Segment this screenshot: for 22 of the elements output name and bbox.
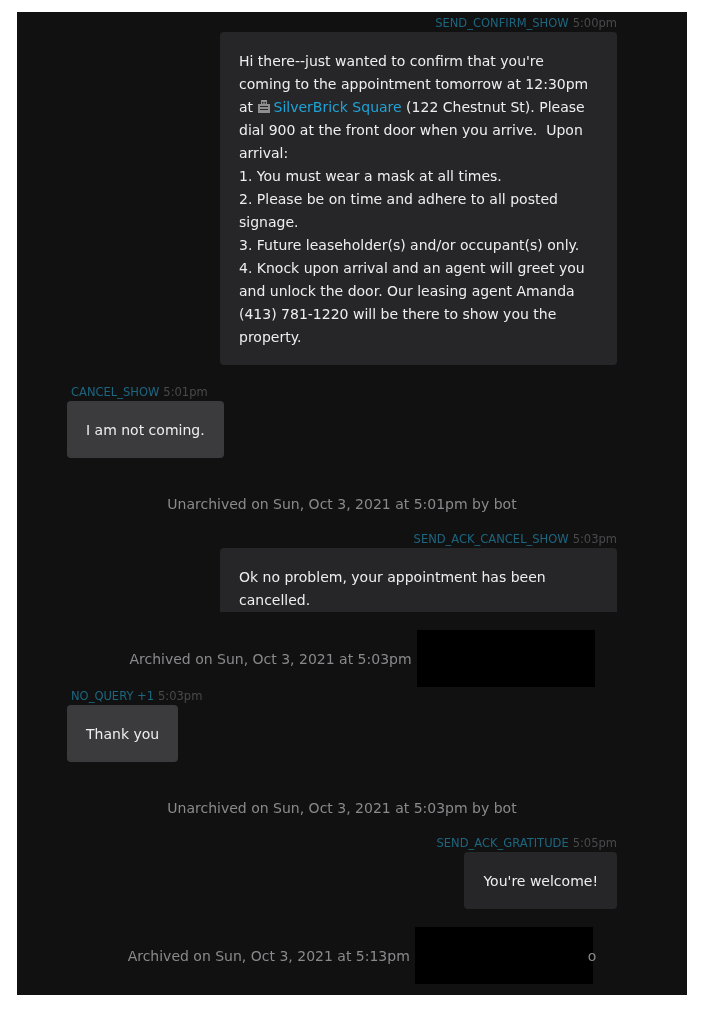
event-text: Archived on Sun, Oct 3, 2021 at 5:03pm (129, 650, 412, 667)
message-bubble: Thank you (67, 705, 179, 762)
intent-tag: SEND_ACK_GRATITUDE (436, 836, 569, 850)
message-bubble: Hi there--just wanted to confirm that you're coming to the appointment tomorrow at 12:30pm at SilverBrick Square (122 Chestnut St). Please dial 900 at the front door when you arrive. Upon arrival: 1. You must wear a mask at all times. 2. Please be on time and adhere to all posted signage. 3. Future leaseholder(s) and/or occupant(s) only. 4. Knock upon arrival and an agent will greet you and unlock the door. Our leasing agent Amanda (413) 781-1220 will be there to show you the property. (220, 32, 617, 365)
intent-tag: CANCEL_SHOW (71, 385, 160, 399)
intent-tag: SEND_ACK_CANCEL_SHOW (413, 532, 569, 546)
message-time: 5:05pm (572, 836, 617, 850)
message-bubble: I am not coming. (67, 401, 224, 458)
message-time: 5:03pm (158, 689, 203, 703)
intent-tag: NO_QUERY +1 (71, 689, 155, 703)
event-text: Unarchived on Sun, Oct 3, 2021 at 5:01pm by bot (167, 496, 517, 512)
message-time: 5:01pm (163, 385, 208, 399)
message-bubble: You're welcome! (464, 852, 617, 909)
message-time: 5:00pm (572, 16, 617, 30)
location-link[interactable]: SilverBrick Square (273, 99, 402, 115)
event-text: Archived on Sun, Oct 3, 2021 at 5:13pm (127, 947, 410, 964)
message-time: 5:03pm (572, 532, 617, 546)
building-icon (257, 100, 270, 113)
event-text: o (587, 947, 597, 964)
message-bubble: Ok no problem, your appointment has been cancelled. (220, 548, 617, 612)
intent-tag: SEND_CONFIRM_SHOW (435, 16, 569, 30)
event-text: Unarchived on Sun, Oct 3, 2021 at 5:03pm by bot (167, 800, 517, 816)
